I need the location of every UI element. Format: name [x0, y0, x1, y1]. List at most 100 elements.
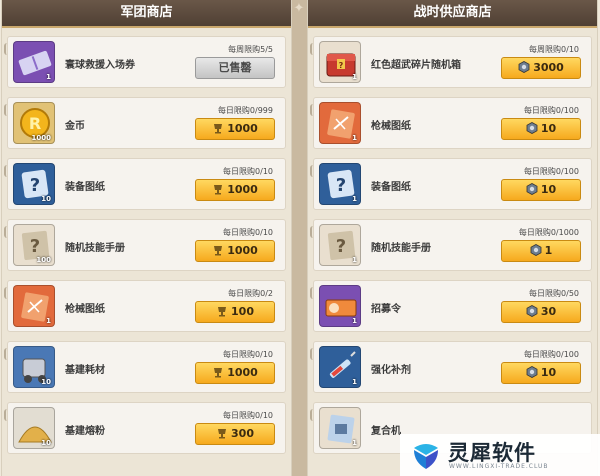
legion-shop-title: 军团商店	[2, 0, 291, 28]
item-name: 随机技能手册	[65, 243, 125, 254]
price-value: 100	[231, 305, 254, 318]
item-slot[interactable]: 1	[13, 41, 55, 83]
price-value: 3000	[533, 61, 564, 74]
item-quantity: 1	[352, 439, 357, 447]
buy-button[interactable]: 3000	[501, 57, 581, 79]
item-name: 枪械图纸	[371, 121, 411, 132]
sold-out-button: 已售罄	[195, 57, 275, 79]
buy-button[interactable]: 1000	[195, 240, 275, 262]
item-slot[interactable]: ? 1	[319, 224, 361, 266]
item-name: 强化补剂	[371, 365, 411, 376]
item-slot[interactable]: ? 10	[13, 163, 55, 205]
item-quantity: 10	[41, 195, 51, 203]
price-value: 1000	[227, 366, 258, 379]
price-value: 10	[540, 366, 557, 379]
item-quantity: 100	[36, 256, 51, 264]
buy-button[interactable]: 300	[195, 423, 275, 445]
medal-icon	[526, 122, 538, 134]
item-quantity: 1	[46, 317, 51, 325]
svg-text:?: ?	[339, 61, 344, 70]
buy-button[interactable]: 100	[195, 301, 275, 323]
price-value: 1000	[227, 183, 258, 196]
trophy-icon	[214, 246, 223, 256]
shop-item: 1 枪械图纸 每日限购0/100 10	[310, 97, 592, 149]
buy-button[interactable]: 1000	[195, 362, 275, 384]
wartime-supply-panel: 战时供应商店 ? 1 红色超武碎片随机箱 每周限购0/10 3000 1 枪械图纸 每日限购0…	[307, 0, 598, 476]
legion-shop-panel: 军团商店 1 寰球救援入场券 每周限购5/5 已售罄 R 1000 金币 每日限购0/999 1…	[1, 0, 292, 476]
divider-ornament-icon: ✦	[293, 1, 305, 16]
watermark: 灵犀软件 WWW.LINGXI-TRADE.CLUB	[400, 434, 600, 476]
shop-item: 1 强化补剂 每日限购0/100 10	[310, 341, 592, 393]
purchase-limit: 每日限购0/10	[223, 228, 273, 237]
buy-button[interactable]: 1	[501, 240, 581, 262]
item-quantity: 1	[352, 317, 357, 325]
item-slot[interactable]: ? 1	[319, 163, 361, 205]
purchase-limit: 每日限购0/100	[523, 167, 579, 176]
item-name: 金币	[65, 121, 85, 132]
purchase-limit: 每日限购0/1000	[518, 228, 579, 237]
purchase-limit: 每周限购0/10	[529, 45, 579, 54]
item-name: 寰球救援入场券	[65, 60, 135, 71]
medal-icon	[518, 61, 530, 73]
item-quantity: 1	[352, 256, 357, 264]
item-slot[interactable]: ? 100	[13, 224, 55, 266]
buy-button[interactable]: 10	[501, 362, 581, 384]
wartime-supply-title: 战时供应商店	[308, 0, 597, 28]
item-quantity: 10	[41, 439, 51, 447]
item-name: 红色超武碎片随机箱	[371, 60, 461, 71]
svg-text:?: ?	[30, 175, 40, 196]
item-quantity: 1	[352, 134, 357, 142]
buy-button[interactable]: 30	[501, 301, 581, 323]
item-slot[interactable]: 1	[319, 407, 361, 449]
price-value: 1000	[227, 122, 258, 135]
purchase-limit: 每日限购0/2	[228, 289, 273, 298]
item-slot[interactable]: ? 1	[319, 41, 361, 83]
trophy-icon	[214, 185, 223, 195]
svg-text:?: ?	[30, 236, 40, 257]
svg-text:?: ?	[336, 236, 346, 257]
price-value: 300	[231, 427, 254, 440]
trophy-icon	[218, 307, 227, 317]
shop-item: 1 枪械图纸 每日限购0/2 100	[4, 280, 286, 332]
medal-icon	[526, 366, 538, 378]
panel-divider	[292, 0, 307, 476]
item-name: 基建耗材	[65, 365, 105, 376]
watermark-url: WWW.LINGXI-TRADE.CLUB	[449, 463, 549, 470]
buy-button[interactable]: 1000	[195, 179, 275, 201]
purchase-limit: 每日限购0/10	[223, 411, 273, 420]
item-slot[interactable]: 1	[319, 102, 361, 144]
item-slot[interactable]: 1	[13, 285, 55, 327]
buy-button[interactable]: 10	[501, 118, 581, 140]
shop-item: R 1000 金币 每日限购0/999 1000	[4, 97, 286, 149]
item-quantity: 1	[352, 73, 357, 81]
svg-text:R: R	[29, 114, 41, 133]
item-slot[interactable]: 1	[319, 285, 361, 327]
item-quantity: 1	[352, 378, 357, 386]
lingxi-logo-icon	[414, 444, 438, 469]
price-value: 1000	[227, 244, 258, 257]
item-name: 复合机	[371, 426, 401, 437]
item-slot[interactable]: R 1000	[13, 102, 55, 144]
item-name: 装备图纸	[371, 182, 411, 193]
item-slot[interactable]: 10	[13, 407, 55, 449]
price-value: 10	[540, 183, 557, 196]
item-name: 枪械图纸	[65, 304, 105, 315]
shop-item: ? 10 装备图纸 每日限购0/10 1000	[4, 158, 286, 210]
price-value: 1	[544, 244, 553, 257]
trophy-icon	[218, 429, 227, 439]
medal-icon	[530, 244, 542, 256]
purchase-limit: 每日限购0/100	[523, 350, 579, 359]
item-name: 装备图纸	[65, 182, 105, 193]
item-slot[interactable]: 10	[13, 346, 55, 388]
buy-button[interactable]: 1000	[195, 118, 275, 140]
item-quantity: 1	[352, 195, 357, 203]
shop-item: ? 1 红色超武碎片随机箱 每周限购0/10 3000	[310, 36, 592, 88]
medal-icon	[526, 305, 538, 317]
item-slot[interactable]: 1	[319, 346, 361, 388]
item-name: 随机技能手册	[371, 243, 431, 254]
shop-item: 1 寰球救援入场券 每周限购5/5 已售罄	[4, 36, 286, 88]
buy-button[interactable]: 10	[501, 179, 581, 201]
item-quantity: 1	[46, 73, 51, 81]
purchase-limit: 每日限购0/10	[223, 350, 273, 359]
shop-item: ? 100 随机技能手册 每日限购0/10 1000	[4, 219, 286, 271]
